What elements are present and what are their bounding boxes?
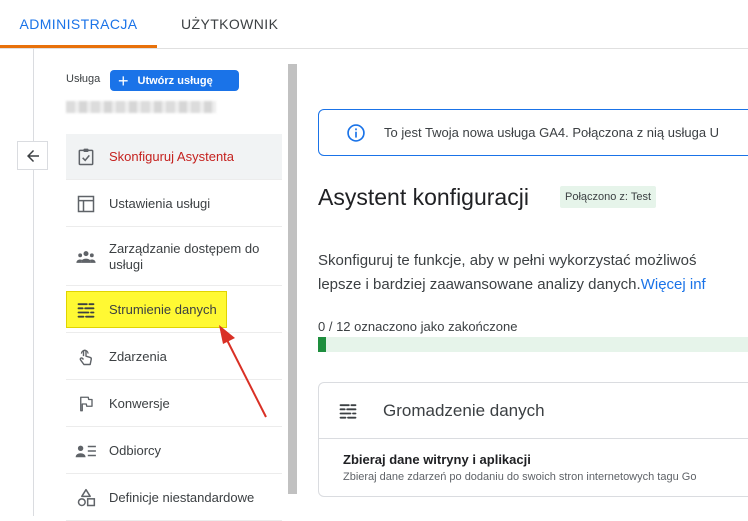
arrow-left-icon: [26, 149, 39, 162]
sidebar-item-conversions[interactable]: Konwersje: [66, 381, 282, 427]
tab-administracja[interactable]: ADMINISTRACJA: [0, 0, 157, 48]
description-line-2: lepsze i bardziej zaawansowane analizy d…: [318, 273, 706, 297]
sidebar-item-label: Ustawienia usługi: [109, 195, 211, 211]
sidebar-item-data-streams[interactable]: Strumienie danych: [66, 287, 282, 333]
blurred-service-name: [66, 101, 216, 113]
connected-chip: Połączono z: Test: [560, 186, 657, 208]
sidebar-item-label: Strumienie danych: [109, 301, 217, 317]
plus-icon: +: [118, 70, 129, 91]
description: Skonfiguruj te funkcje, aby w pełni wyko…: [318, 249, 706, 297]
sidebar-item-label: Definicje niestandardowe: [109, 489, 255, 505]
flag-icon: [75, 393, 97, 415]
people-icon: [75, 246, 97, 268]
more-info-link[interactable]: Więcej inf: [641, 276, 706, 293]
sidebar-item-custom-definitions[interactable]: Definicje niestandardowe: [66, 475, 282, 521]
create-service-button[interactable]: + Utwórz usługę: [110, 70, 239, 91]
sidebar-item-property-settings[interactable]: Ustawienia usługi: [66, 181, 282, 227]
sidebar-item-label: Zdarzenia: [109, 348, 167, 364]
card-item-title[interactable]: Zbieraj dane witryny i aplikacji: [343, 452, 531, 467]
sidebar-item-label: Skonfiguruj Asystenta: [109, 148, 235, 164]
shapes-icon: [75, 487, 97, 509]
sidebar-scrollbar[interactable]: [288, 64, 297, 494]
card-divider: [318, 438, 748, 439]
back-button[interactable]: [17, 141, 48, 170]
rail-divider: [33, 48, 34, 516]
sidebar-item-access-management[interactable]: Zarządzanie dostępem do usługi: [66, 228, 282, 286]
progress-label: 0 / 12 oznaczono jako zakończone: [318, 319, 518, 334]
description-line-1: Skonfiguruj te funkcje, aby w pełni wyko…: [318, 252, 697, 269]
touch-icon: [75, 346, 97, 368]
description-line-2-text: lepsze i bardziej zaawansowane analizy d…: [318, 276, 641, 293]
info-banner: To jest Twoja nowa usługa GA4. Połączona…: [318, 109, 748, 156]
sidebar-item-events[interactable]: Zdarzenia: [66, 334, 282, 380]
checklist-icon: [75, 146, 97, 168]
progress-track: [318, 337, 748, 352]
audience-icon: [75, 440, 97, 462]
sidebar-item-label: Konwersje: [109, 395, 170, 411]
card-title: Gromadzenie danych: [383, 401, 545, 420]
info-icon: [347, 123, 365, 142]
info-banner-text: To jest Twoja nowa usługa GA4. Połączona…: [384, 125, 720, 140]
service-label: Usługa: [66, 73, 101, 85]
data-streams-icon: [75, 299, 97, 321]
sidebar-item-label: Zarządzanie dostępem do usługi: [109, 240, 260, 272]
tab-uzytkownik[interactable]: UŻYTKOWNIK: [181, 0, 278, 48]
page-title: Asystent konfiguracji: [318, 184, 529, 210]
sidebar-item-label: Odbiorcy: [109, 442, 162, 458]
sidebar-item-audiences[interactable]: Odbiorcy: [66, 428, 282, 474]
layout-icon: [75, 193, 97, 215]
create-service-label: Utwórz usługę: [137, 74, 213, 87]
card-item-description: Zbieraj dane zdarzeń po dodaniu do swoic…: [343, 471, 697, 483]
data-streams-icon: [339, 404, 357, 419]
sidebar-item-setup-assistant[interactable]: Skonfiguruj Asystenta: [66, 134, 282, 180]
active-tab-indicator: [0, 45, 157, 48]
progress-fill: [318, 337, 326, 352]
